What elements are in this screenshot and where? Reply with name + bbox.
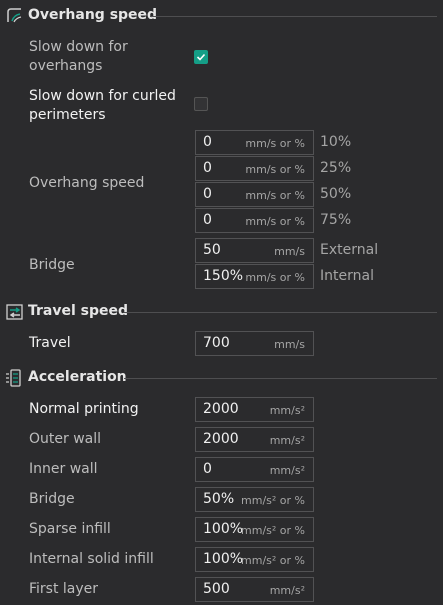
section-divider [150, 16, 437, 17]
field-value: 500 [203, 581, 230, 597]
overhang-speed-field-3[interactable]: 0 mm/s or % [195, 182, 314, 207]
field-value: 0 [203, 134, 212, 150]
field-unit: mm/s or % [245, 215, 305, 228]
field-value: 2000 [203, 401, 239, 417]
first-layer-accel-field[interactable]: 500 mm/s² [195, 577, 314, 602]
accel-row-label: Normal printing [29, 401, 139, 417]
field-value: 50 [203, 242, 221, 258]
bridge-external-label: External [320, 242, 379, 258]
field-value: 100% [203, 551, 244, 567]
bridge-internal-label: Internal [320, 268, 374, 284]
overhang-speed-field-4[interactable]: 0 mm/s or % [195, 208, 314, 233]
outer-wall-accel-field[interactable]: 2000 mm/s² [195, 427, 314, 452]
field-unit: mm/s² [269, 434, 305, 447]
accel-row-label: Outer wall [29, 431, 102, 447]
field-unit: mm/s² or % [241, 554, 305, 567]
overhang-speed-label: Overhang speed [29, 175, 145, 191]
acceleration-icon [5, 368, 25, 388]
overhang-icon [5, 6, 25, 26]
field-value: 700 [203, 335, 230, 351]
field-unit: mm/s or % [245, 163, 305, 176]
accel-row-label: Inner wall [29, 461, 98, 477]
overhang-degree-label: 25% [320, 160, 352, 176]
inner-wall-accel-field[interactable]: 0 mm/s² [195, 457, 314, 482]
accel-row-label: Internal solid infill [29, 551, 154, 567]
bridge-internal-field[interactable]: 150% mm/s or % [195, 264, 314, 289]
field-value: 0 [203, 186, 212, 202]
overhang-speed-header: Overhang speed [0, 4, 443, 28]
slow-down-overhangs-checkbox[interactable] [194, 50, 208, 64]
overhang-degree-label: 75% [320, 212, 352, 228]
field-unit: mm/s² [269, 404, 305, 417]
slow-down-curled-checkbox[interactable] [194, 97, 208, 111]
field-unit: mm/s or % [245, 271, 305, 284]
field-unit: mm/s² [269, 464, 305, 477]
field-value: 150% [203, 268, 244, 284]
field-value: 0 [203, 212, 212, 228]
slow-down-overhangs-label: Slow down for overhangs [29, 39, 128, 74]
field-value: 100% [203, 521, 244, 537]
section-title: Acceleration [28, 369, 127, 385]
bridge-external-field[interactable]: 50 mm/s [195, 238, 314, 263]
slow-down-curled-label: Slow down for curled perimeters [29, 88, 176, 123]
section-title: Overhang speed [28, 7, 158, 23]
travel-label: Travel [29, 335, 71, 351]
internal-solid-infill-accel-field[interactable]: 100% mm/s² or % [195, 547, 314, 572]
travel-icon [5, 302, 25, 322]
accel-row-label: Sparse infill [29, 521, 111, 537]
field-unit: mm/s [274, 338, 305, 351]
acceleration-header: Acceleration [0, 366, 443, 390]
overhang-speed-field-2[interactable]: 0 mm/s or % [195, 156, 314, 181]
field-unit: mm/s² or % [241, 494, 305, 507]
check-icon [196, 53, 206, 61]
travel-speed-field[interactable]: 700 mm/s [195, 331, 314, 356]
bridge-accel-field[interactable]: 50% mm/s² or % [195, 487, 314, 512]
section-title: Travel speed [28, 303, 129, 319]
section-divider [124, 312, 437, 313]
section-divider [124, 378, 437, 379]
accel-row-label: Bridge [29, 491, 75, 507]
field-unit: mm/s² or % [241, 524, 305, 537]
field-unit: mm/s² [269, 584, 305, 597]
field-value: 0 [203, 160, 212, 176]
overhang-degree-label: 10% [320, 134, 352, 150]
travel-speed-header: Travel speed [0, 300, 443, 324]
overhang-speed-field-1[interactable]: 0 mm/s or % [195, 130, 314, 155]
field-value: 0 [203, 461, 212, 477]
field-unit: mm/s [274, 245, 305, 258]
overhang-degree-label: 50% [320, 186, 352, 202]
normal-printing-accel-field[interactable]: 2000 mm/s² [195, 397, 314, 422]
bridge-speed-label: Bridge [29, 257, 75, 273]
field-value: 2000 [203, 431, 239, 447]
field-unit: mm/s or % [245, 137, 305, 150]
accel-row-label: First layer [29, 581, 99, 597]
field-value: 50% [203, 491, 235, 507]
sparse-infill-accel-field[interactable]: 100% mm/s² or % [195, 517, 314, 542]
field-unit: mm/s or % [245, 189, 305, 202]
